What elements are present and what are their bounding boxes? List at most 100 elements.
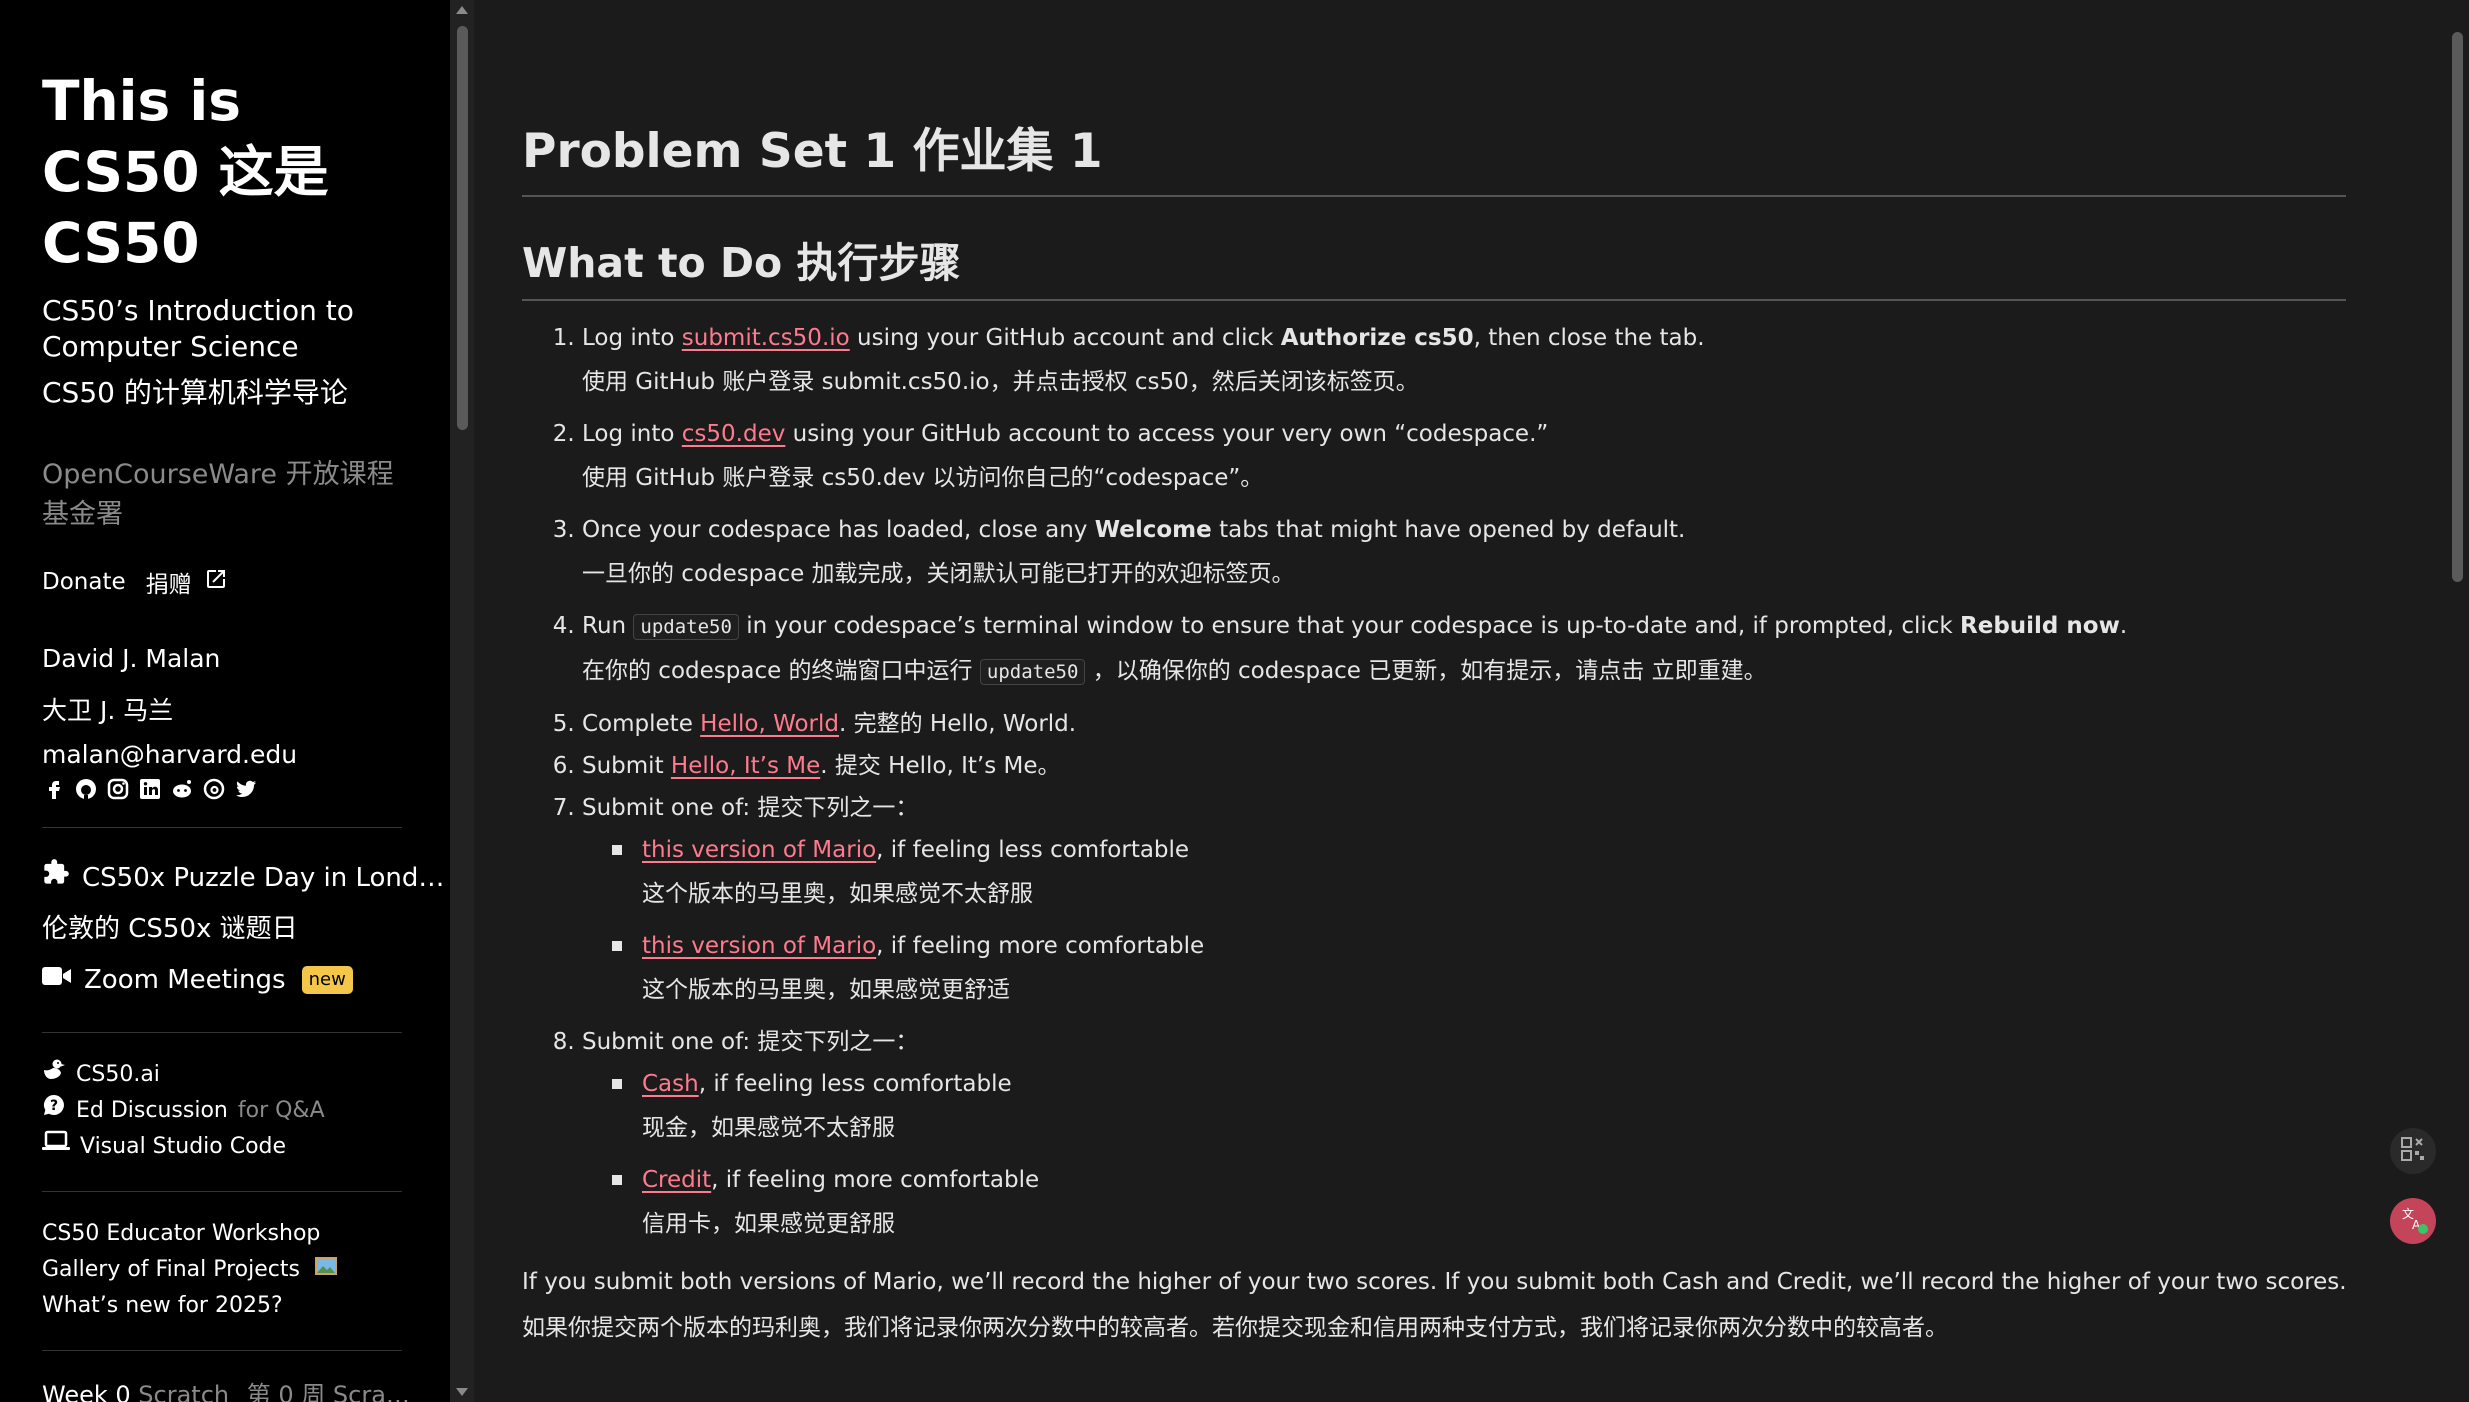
sidebar-item-cs50ai[interactable]: CS50.ai (42, 1057, 408, 1093)
step-text: Log into (582, 421, 682, 447)
sub-list-item: Credit, if feeling more comfortable 信用卡，… (612, 1159, 2445, 1247)
step-text: , if feeling less comfortable (876, 837, 1190, 863)
github-icon[interactable] (74, 777, 98, 801)
step-text: using your GitHub account to access your… (785, 421, 1549, 447)
inline-code: update50 (979, 659, 1086, 685)
step-text: 在你的 codespace 的终端窗口中运行 (582, 658, 980, 684)
step-text: , then close the tab. (1473, 325, 1705, 351)
donate-link[interactable]: Donate 捐赠 (42, 565, 408, 599)
qr-code-icon (2400, 1136, 2426, 1166)
steps-list: Log into submit.cs50.io using your GitHu… (522, 317, 2445, 1247)
sidebar-item-week-0[interactable]: Week 0 Scratch 第 0 周 Scra… (42, 1375, 410, 1402)
main-content: Problem Set 1 作业集 1 What to Do 执行步骤 Log … (474, 0, 2445, 1402)
step-bold-text: Authorize cs50 (1280, 325, 1474, 351)
sidebar: This is CS50 这是 CS50 CS50’s Introduction… (0, 0, 450, 1402)
week-topic: Scratch (138, 1381, 230, 1402)
sidebar-links: CS50 Educator Workshop Gallery of Final … (42, 1216, 408, 1324)
duck-icon (42, 1057, 66, 1093)
twitter-icon[interactable] (234, 777, 258, 801)
sidebar-divider (42, 1350, 402, 1351)
submit-cs50-link[interactable]: submit.cs50.io (682, 325, 850, 351)
page-title: Problem Set 1 作业集 1 (522, 112, 2346, 197)
week-label: Week 0 (42, 1381, 131, 1402)
social-links (42, 777, 408, 801)
site-title[interactable]: This is CS50 这是 CS50 (42, 66, 408, 279)
sidebar-item-label: Zoom Meetings (84, 965, 286, 995)
list-item: Run update50 in your codespace’s termina… (582, 605, 2445, 695)
step-text: Submit (582, 753, 671, 779)
sidebar-item-label: Ed Discussion (76, 1098, 228, 1123)
step-bold-text: Welcome (1094, 517, 1212, 543)
svg-text:?: ? (50, 1098, 58, 1114)
sidebar-item-ed-discussion[interactable]: ? Ed Discussion for Q&A (42, 1093, 408, 1129)
facebook-icon[interactable] (42, 777, 66, 801)
linkedin-icon[interactable] (138, 777, 162, 801)
step-text: Complete (582, 711, 701, 737)
sidebar-item-vscode[interactable]: Visual Studio Code (42, 1129, 408, 1165)
sidebar-item-label: Visual Studio Code (80, 1134, 287, 1159)
step-text: , if feeling more comfortable (711, 1167, 1040, 1193)
list-item: Submit one of: 提交下列之一： Cash, if feeling … (582, 1021, 2445, 1247)
hello-world-link[interactable]: Hello, World (700, 711, 839, 737)
question-bubble-icon: ? (42, 1093, 66, 1129)
video-camera-icon (42, 954, 72, 1006)
sidebar-divider (42, 1032, 402, 1033)
sidebar-item-puzzle-day-cn[interactable]: 伦敦的 CS50x 谜题日 (42, 904, 408, 954)
site-title-line-3: CS50 (42, 211, 200, 275)
puzzle-icon (42, 852, 70, 904)
step-translation: 在你的 codespace 的终端窗口中运行 update50 ，以确保你的 c… (582, 648, 2445, 695)
hello-its-me-link[interactable]: Hello, It’s Me (671, 753, 820, 779)
framed-picture-icon (314, 1252, 338, 1288)
sidebar-item-label: CS50.ai (76, 1062, 160, 1087)
step-translation: 信用卡，如果感觉更舒服 (642, 1211, 895, 1237)
credit-link[interactable]: Credit (642, 1167, 711, 1193)
inline-code: update50 (633, 614, 739, 640)
step-translation: 使用 GitHub 账户登录 cs50.dev 以访问你自己的“codespac… (582, 465, 1264, 491)
sidebar-scrollbar-thumb[interactable] (457, 26, 468, 430)
scroll-down-arrow-icon[interactable] (456, 1388, 468, 1396)
mario-less-link[interactable]: this version of Mario (642, 837, 876, 863)
sidebar-item-puzzle-day[interactable]: CS50x Puzzle Day in Lond… (42, 852, 444, 904)
sidebar-item-workshop[interactable]: CS50 Educator Workshop (42, 1216, 408, 1252)
sidebar-item-gallery[interactable]: Gallery of Final Projects (42, 1252, 408, 1288)
sub-list-item: this version of Mario, if feeling less c… (612, 829, 2445, 917)
step-bold-text: Rebuild now (1960, 613, 2120, 639)
scroll-up-arrow-icon[interactable] (456, 6, 468, 14)
sidebar-item-label: Gallery of Final Projects (42, 1257, 300, 1282)
sidebar-item-suffix: for Q&A (237, 1098, 325, 1123)
mario-more-link[interactable]: this version of Mario (642, 933, 876, 959)
step-text: Run (582, 613, 634, 639)
section-heading: What to Do 执行步骤 (522, 229, 2346, 301)
step-translation: 使用 GitHub 账户登录 submit.cs50.io，并点击授权 cs50… (582, 369, 1419, 395)
step-text: . (2119, 613, 2128, 639)
step-text: , if feeling less comfortable (698, 1071, 1012, 1097)
main-scrollbar-thumb[interactable] (2452, 32, 2463, 582)
cs50-dev-link[interactable]: cs50.dev (682, 421, 786, 447)
step-text: . 完整的 Hello, World. (839, 711, 1077, 737)
sidebar-scrollbar[interactable] (450, 0, 474, 1402)
sidebar-divider (42, 1191, 402, 1192)
cash-link[interactable]: Cash (642, 1071, 699, 1097)
author-name-cn: 大卫 J. 马兰 (42, 696, 174, 725)
list-item: Log into cs50.dev using your GitHub acco… (582, 413, 2445, 501)
course-subtitle: CS50’s Introduction to Computer Science (42, 293, 408, 365)
step-text: using your GitHub account and click (849, 325, 1281, 351)
step-text: tabs that might have opened by default. (1211, 517, 1686, 543)
instagram-icon[interactable] (106, 777, 130, 801)
sidebar-item-zoom[interactable]: Zoom Meetings new (42, 954, 408, 1006)
course-subtitle-line-2: Computer Science (42, 330, 299, 363)
qr-code-button[interactable] (2390, 1128, 2436, 1174)
sidebar-divider (42, 827, 402, 828)
external-link-icon (204, 567, 228, 597)
author-name: David J. Malan 大卫 J. 马兰 (42, 633, 408, 737)
opencourseware-link[interactable]: OpenCourseWare 开放课程基金署 (42, 455, 408, 535)
translate-button[interactable]: 文A (2390, 1198, 2436, 1244)
course-subtitle-cn: CS50 的计算机科学导论 (42, 376, 348, 409)
author-email[interactable]: malan@harvard.edu (42, 737, 408, 773)
sidebar-item-whats-new[interactable]: What’s new for 2025? (42, 1288, 408, 1324)
author-name-en: David J. Malan (42, 644, 221, 673)
reddit-icon[interactable] (170, 777, 194, 801)
site-title-line-2: CS50 这是 (42, 140, 329, 204)
main-scrollbar[interactable] (2445, 0, 2469, 1402)
threads-icon[interactable] (202, 777, 226, 801)
